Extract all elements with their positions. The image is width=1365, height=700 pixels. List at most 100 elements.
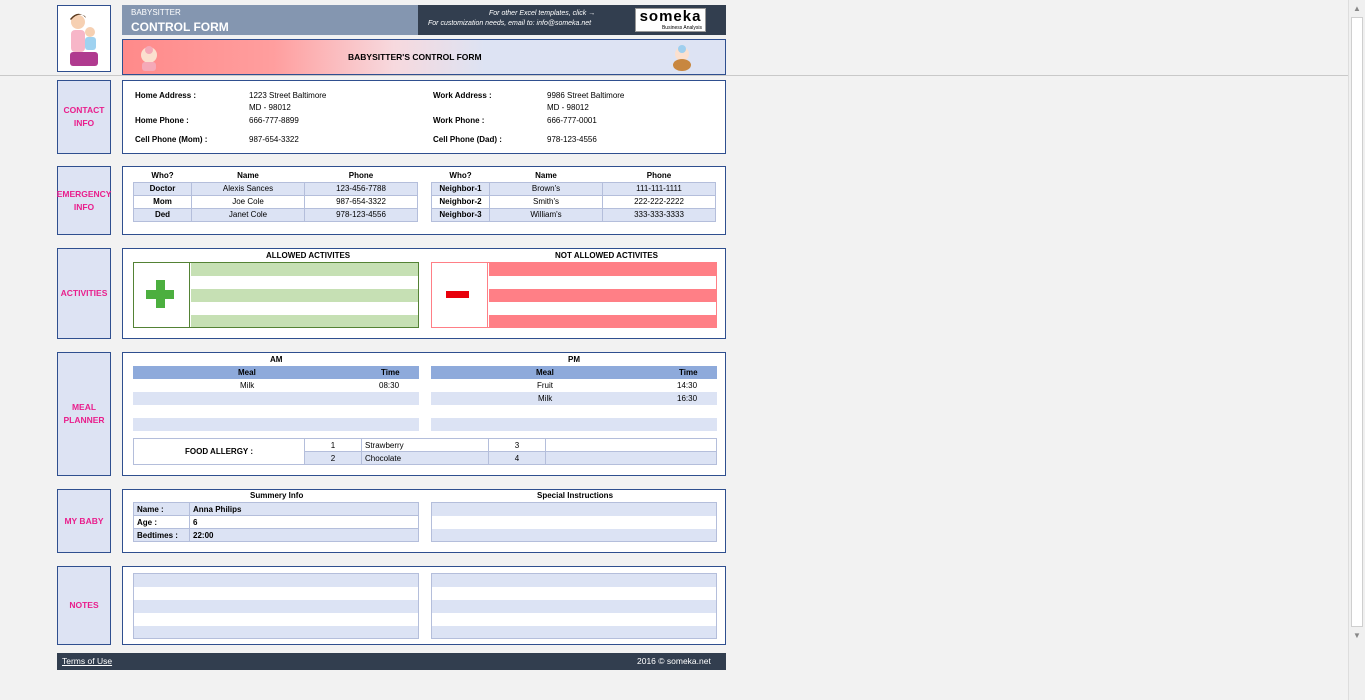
notes-row[interactable] (432, 600, 716, 613)
pm-meal-header: Meal (536, 368, 554, 377)
pm-row[interactable]: Fruit 14:30 (431, 379, 717, 392)
footer-bar (57, 653, 726, 670)
pm-row[interactable] (431, 418, 717, 431)
home-address-label: Home Address : (135, 91, 197, 100)
emergency-cell[interactable]: Mom (133, 194, 192, 209)
notes-row[interactable] (134, 587, 418, 600)
baby-panel: Summery Info Special Instructions Name :… (122, 489, 726, 553)
allergy-num: 3 (488, 438, 546, 452)
am-time-header: Time (381, 368, 400, 377)
emergency-cell[interactable]: Ded (133, 207, 192, 222)
notes-row[interactable] (432, 613, 716, 626)
work-phone: 666-777-0001 (547, 116, 597, 125)
baby-girl-icon (135, 44, 163, 74)
col-who: Who? (151, 170, 174, 180)
allowed-row[interactable] (191, 289, 418, 302)
emergency-cell[interactable]: Neighbor-2 (431, 194, 490, 209)
promo-line-2[interactable]: For customization needs, email to: info@… (428, 20, 591, 27)
notes-row[interactable] (432, 587, 716, 600)
am-row[interactable] (133, 392, 419, 405)
emergency-table-left: Who? Name Phone Doctor Alexis Sances 123-456… (133, 169, 418, 222)
emergency-cell[interactable]: Neighbor-3 (431, 207, 490, 222)
work-address-line1: 9986 Street Baltimore (547, 91, 625, 100)
allergy-item[interactable] (545, 438, 717, 452)
pm-header-row: Meal Time (431, 366, 717, 379)
allowed-row[interactable] (191, 315, 418, 327)
not-allowed-row[interactable] (489, 315, 716, 327)
emergency-cell[interactable]: Joe Cole (191, 194, 305, 209)
not-allowed-row[interactable] (489, 289, 716, 302)
allergy-item[interactable]: Chocolate (361, 451, 489, 465)
emergency-cell[interactable]: Alexis Sances (191, 181, 305, 196)
scroll-thumb[interactable] (1351, 17, 1363, 627)
am-meal-header: Meal (238, 368, 256, 377)
emergency-cell[interactable]: Doctor (133, 181, 192, 196)
am-meal: Milk (240, 381, 255, 390)
notes-row[interactable] (432, 574, 716, 587)
notes-row[interactable] (134, 626, 418, 638)
not-allowed-row[interactable] (489, 263, 716, 276)
notes-row[interactable] (134, 613, 418, 626)
summary-value[interactable]: Anna Philips (189, 502, 419, 516)
am-row[interactable]: Milk 08:30 (133, 379, 419, 392)
cell-dad: 978-123-4556 (547, 135, 597, 144)
emergency-cell[interactable]: Smith's (489, 194, 603, 209)
cell-mom-label: Cell Phone (Mom) : (135, 135, 208, 144)
allowed-box (133, 262, 419, 328)
notes-right (431, 573, 717, 639)
scroll-up-icon[interactable]: ▲ (1349, 0, 1365, 17)
summary-value[interactable]: 22:00 (189, 528, 419, 542)
someka-brand: someka (639, 8, 702, 25)
pm-meal: Milk (538, 394, 553, 403)
pm-row[interactable] (431, 405, 717, 418)
summary-value[interactable]: 6 (189, 515, 419, 529)
emergency-cell[interactable]: 222-222-2222 (602, 194, 716, 209)
someka-logo[interactable]: someka Business Analysis (635, 8, 706, 32)
promo-line-1[interactable]: For other Excel templates, click → (489, 10, 595, 17)
not-allowed-row[interactable] (489, 276, 716, 289)
emergency-cell[interactable]: 333-333-3333 (602, 207, 716, 222)
emergency-cell[interactable]: 987-654-3322 (304, 194, 418, 209)
col-phone: Phone (646, 170, 672, 180)
scroll-down-icon[interactable]: ▼ (1349, 627, 1365, 644)
not-allowed-title: NOT ALLOWED ACTIVITES (555, 251, 658, 260)
allergy-item[interactable] (545, 451, 717, 465)
special-row[interactable] (432, 529, 716, 541)
allergy-num: 1 (304, 438, 362, 452)
work-address-line2: MD - 98012 (547, 103, 589, 112)
vertical-scrollbar[interactable]: ▲ ▼ (1348, 0, 1365, 700)
col-name: Name (535, 170, 557, 180)
special-row[interactable] (432, 503, 716, 516)
plus-icon (134, 263, 190, 327)
allowed-row[interactable] (191, 302, 418, 315)
summary-key: Age : (133, 515, 190, 529)
am-row[interactable] (133, 405, 419, 418)
emergency-cell[interactable]: Janet Cole (191, 207, 305, 222)
pm-time: 14:30 (677, 381, 698, 390)
allowed-row[interactable] (191, 276, 418, 289)
emergency-cell[interactable]: William's (489, 207, 603, 222)
emergency-cell[interactable]: 123-456-7788 (304, 181, 418, 196)
allergy-item[interactable]: Strawberry (361, 438, 489, 452)
terms-link[interactable]: Terms of Use (62, 656, 112, 666)
emergency-cell[interactable]: 978-123-4556 (304, 207, 418, 222)
emergency-table-right: Who? Name Phone Neighbor-1 Brown's 111-111-1… (431, 169, 716, 222)
cell-mom: 987-654-3322 (249, 135, 299, 144)
emergency-cell[interactable]: Brown's (489, 181, 603, 196)
pm-table: Meal Time Fruit 14:30 Milk 16:30 (431, 366, 717, 431)
pm-row[interactable]: Milk 16:30 (431, 392, 717, 405)
notes-row[interactable] (134, 600, 418, 613)
emergency-cell[interactable]: Neighbor-1 (431, 181, 490, 196)
notes-row[interactable] (134, 574, 418, 587)
not-allowed-row[interactable] (489, 302, 716, 315)
am-row[interactable] (133, 418, 419, 431)
emergency-side-label: EMERGENCY INFO (57, 166, 111, 235)
allowed-row[interactable] (191, 263, 418, 276)
header-title-small: BABYSITTER (131, 8, 181, 17)
pm-time: 16:30 (677, 394, 698, 403)
special-row[interactable] (432, 516, 716, 529)
baby-boy-icon (668, 44, 696, 74)
notes-row[interactable] (432, 626, 716, 638)
special-instructions-box (431, 502, 717, 542)
emergency-cell[interactable]: 111-111-1111 (602, 181, 716, 196)
